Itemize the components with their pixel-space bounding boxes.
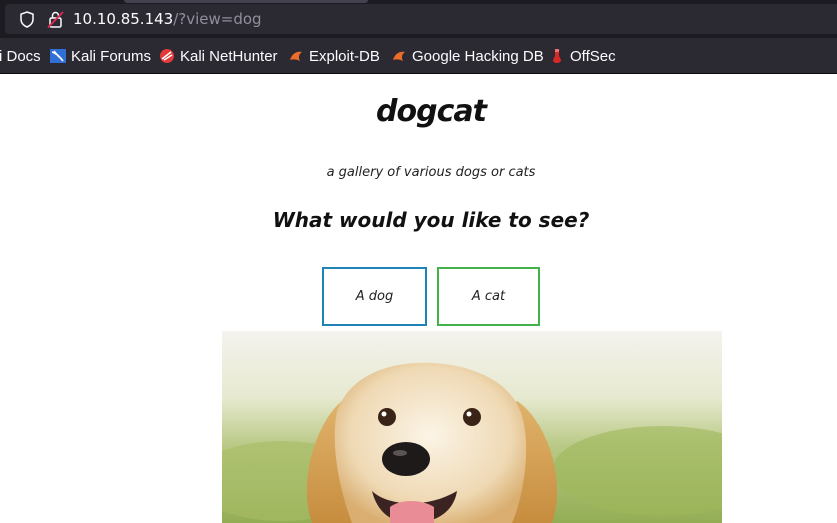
dog-button-label: A dog [355,289,394,304]
exploit-db-icon [290,51,302,61]
bookmarks-toolbar: i Docs Kali Forums Kali NetHunter Exploi… [0,38,837,74]
question-heading: What would you like to see? [272,208,590,232]
bookmark-label: Exploit-DB [309,47,380,65]
bookmark-kali-nethunter[interactable]: Kali NetHunter [159,47,278,65]
web-page: dogcat a gallery of various dogs or cats… [0,75,837,523]
url-text[interactable]: 10.10.85.143/?view=dog [73,9,262,29]
cat-button[interactable]: A cat [437,267,540,326]
shield-icon[interactable] [19,11,35,28]
bookmark-label: Google Hacking DB [412,47,544,65]
nethunter-icon [160,49,174,63]
site-subtitle: a gallery of various dogs or cats [326,165,536,180]
bookmark-google-hacking-db[interactable]: Google Hacking DB [391,47,544,65]
bookmark-label: Kali Forums [71,47,152,65]
url-host: 10.10.85.143 [73,10,174,28]
insecure-lock-icon[interactable] [47,10,65,29]
bookmark-kali-docs[interactable]: i Docs [0,47,41,65]
offsec-icon [553,49,561,63]
bookmark-label: i Docs [0,47,41,65]
dog-button[interactable]: A dog [322,267,427,326]
bookmark-exploit-db[interactable]: Exploit-DB [288,47,380,65]
address-bar[interactable]: 10.10.85.143/?view=dog [5,4,837,34]
bookmark-kali-forums[interactable]: Kali Forums [50,47,151,65]
ghdb-icon [393,51,405,61]
cat-button-label: A cat [471,289,506,304]
active-tab-edge[interactable] [124,0,368,3]
site-title: dogcat [376,94,487,129]
browser-toolbar: 10.10.85.143/?view=dog [0,0,837,38]
bookmark-offsec[interactable]: OffSec [549,47,616,65]
bookmark-label: Kali NetHunter [180,47,278,65]
dog-photo [222,331,722,523]
kali-forums-icon [50,49,66,63]
url-path: /?view=dog [173,10,262,28]
bookmark-label: OffSec [570,47,616,65]
